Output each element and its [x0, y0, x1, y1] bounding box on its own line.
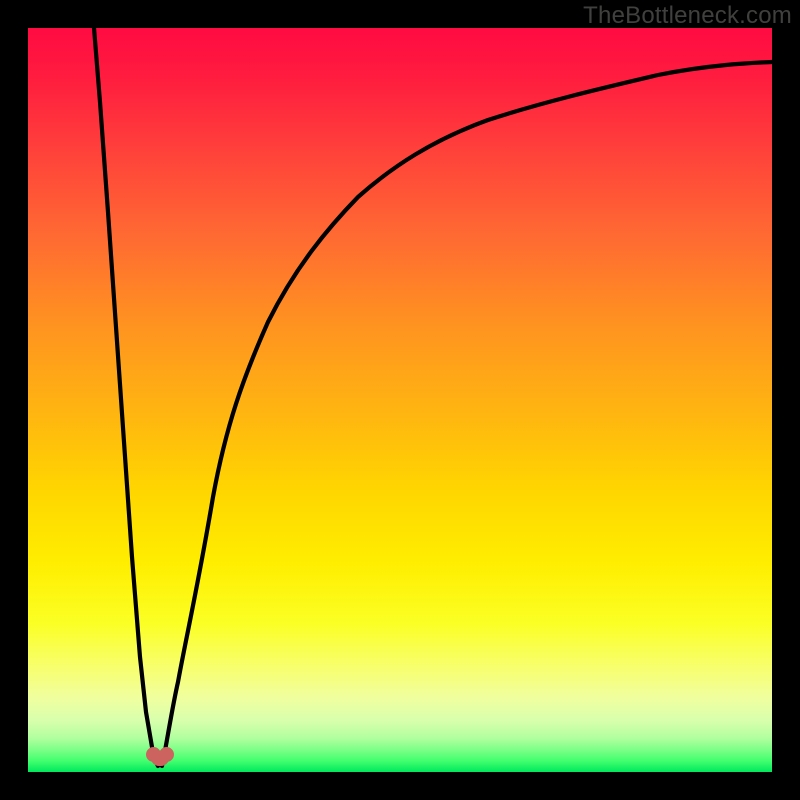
curve-right-branch: [162, 62, 772, 766]
curve-left-branch: [94, 28, 158, 766]
watermark-text: TheBottleneck.com: [583, 2, 792, 30]
bottleneck-curve: [28, 28, 772, 772]
plot-area: [28, 28, 772, 772]
chart-frame: TheBottleneck.com: [0, 0, 800, 800]
